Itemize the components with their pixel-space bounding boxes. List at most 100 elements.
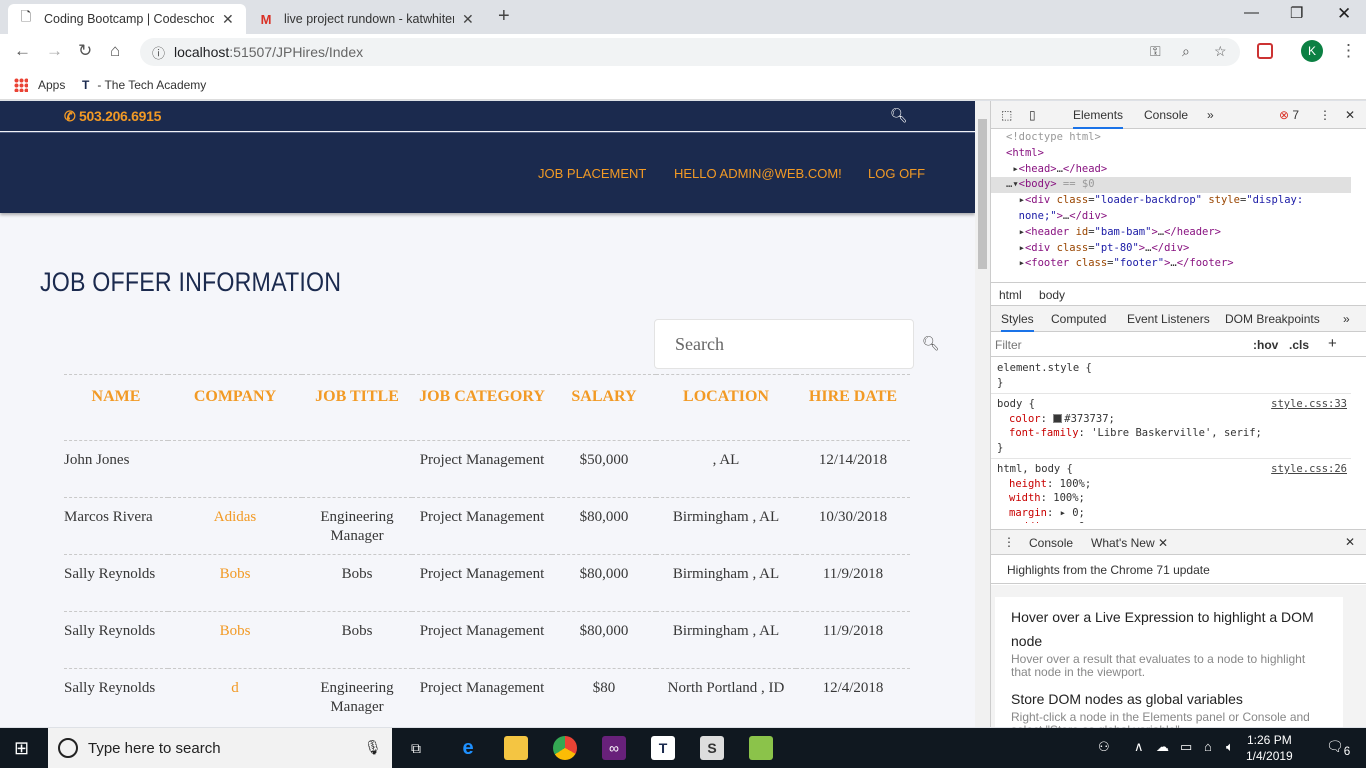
scrollbar-thumb[interactable]: [978, 119, 987, 269]
dom-line-selected[interactable]: …▾<body> == $0: [991, 177, 1351, 194]
extension-icon[interactable]: [1257, 43, 1273, 59]
address-bar[interactable]: ⓘ localhost:51507/JPHires/Index ⚿ ⌕ ☆: [140, 38, 1240, 66]
notepad-icon[interactable]: [749, 736, 773, 760]
cell-company[interactable]: Bobs: [168, 611, 302, 669]
close-devtools-icon[interactable]: ✕: [1345, 108, 1355, 122]
hov-toggle[interactable]: :hov: [1253, 338, 1278, 352]
taskbar-search[interactable]: Type here to search 🎙︎: [48, 728, 392, 768]
close-tab-icon[interactable]: ✕: [462, 11, 474, 28]
nav-log-off[interactable]: LOG OFF: [868, 166, 925, 181]
col-job-title[interactable]: JOB TITLE: [302, 374, 412, 441]
inspect-icon[interactable]: ⬚: [1001, 108, 1012, 122]
devtools-menu-icon[interactable]: ⋮: [1319, 108, 1331, 122]
rule-element-style[interactable]: element.style {}: [991, 358, 1351, 394]
task-view-icon[interactable]: ⧉: [404, 736, 428, 760]
nav-hello-admin[interactable]: HELLO ADMIN@WEB.COM!: [674, 166, 842, 181]
tab-styles[interactable]: Styles: [1001, 312, 1034, 332]
color-swatch[interactable]: [1053, 413, 1063, 423]
styles-filter-input[interactable]: [995, 336, 1241, 354]
nav-job-placement[interactable]: JOB PLACEMENT: [538, 166, 646, 181]
cell-company[interactable]: Adidas: [168, 497, 302, 555]
maximize-icon[interactable]: ❐: [1290, 4, 1303, 22]
reload-icon[interactable]: ↻: [78, 41, 92, 61]
tab-event-listeners[interactable]: Event Listeners: [1127, 312, 1210, 326]
forward-icon[interactable]: →: [46, 41, 63, 61]
dom-line[interactable]: <!doctype html>: [1006, 130, 1351, 146]
key-icon[interactable]: ⚿: [1150, 43, 1161, 60]
visual-studio-icon[interactable]: ∞: [602, 736, 626, 760]
new-tab-icon[interactable]: +: [498, 5, 510, 28]
col-location[interactable]: LOCATION: [656, 374, 796, 441]
rule-source-link[interactable]: style.css:26: [1271, 462, 1347, 477]
dom-line[interactable]: ▸<div class="pt-80">…</div>: [1006, 241, 1351, 257]
tray-chevron-icon[interactable]: ∧: [1134, 739, 1144, 755]
menu-icon[interactable]: ⋮: [1340, 41, 1357, 61]
tech-academy-taskbar-icon[interactable]: T: [651, 736, 675, 760]
rule-html-body[interactable]: style.css:26 html, body { height: 100%; …: [991, 459, 1351, 523]
battery-icon[interactable]: ▭: [1180, 739, 1192, 755]
drawer-tab-console[interactable]: Console: [1029, 536, 1073, 550]
close-window-icon[interactable]: ✕: [1337, 4, 1351, 24]
tab-computed[interactable]: Computed: [1051, 312, 1106, 326]
tab-codeschool[interactable]: 🗋 Coding Bootcamp | Codeschool | ✕: [8, 4, 246, 34]
star-icon[interactable]: ☆: [1214, 43, 1227, 60]
slack-icon[interactable]: S: [700, 736, 724, 760]
dom-line[interactable]: ▸<head>…</head>: [1006, 162, 1351, 178]
chrome-icon[interactable]: [553, 736, 577, 760]
tab-elements[interactable]: Elements: [1073, 108, 1124, 129]
search-button-icon[interactable]: 🔍︎: [922, 335, 940, 352]
taskbar-clock[interactable]: 1:26 PM 1/4/2019: [1246, 732, 1293, 764]
dom-tree[interactable]: <!doctype html> <html> ▸<head>…</head> ……: [991, 130, 1351, 280]
more-tabs-icon[interactable]: »: [1207, 108, 1214, 122]
col-salary[interactable]: SALARY: [552, 374, 656, 441]
edge-icon[interactable]: e: [456, 736, 480, 760]
close-tab-icon[interactable]: ✕: [222, 11, 234, 28]
search-icon[interactable]: 🔍︎: [890, 107, 908, 124]
more-style-tabs-icon[interactable]: »: [1343, 312, 1350, 326]
onedrive-icon[interactable]: ☁: [1156, 739, 1169, 755]
col-hire-date[interactable]: HIRE DATE: [796, 374, 910, 441]
file-explorer-icon[interactable]: [504, 736, 528, 760]
bookmark-tech-academy[interactable]: T - The Tech Academy: [82, 78, 206, 92]
network-icon[interactable]: ⌂: [1204, 739, 1212, 754]
crumb-html[interactable]: html: [999, 288, 1022, 302]
col-name[interactable]: NAME: [64, 374, 168, 441]
notifications-icon[interactable]: 🗨︎6: [1326, 738, 1350, 758]
back-icon[interactable]: ←: [14, 41, 31, 61]
cell-company[interactable]: d: [168, 668, 302, 726]
drawer-tab-whats-new[interactable]: What's New ✕: [1091, 536, 1168, 550]
device-toolbar-icon[interactable]: ▯: [1029, 108, 1036, 122]
crumb-body[interactable]: body: [1039, 288, 1065, 302]
cls-toggle[interactable]: .cls: [1289, 338, 1309, 352]
whats-new-card[interactable]: Hover over a Live Expression to highligh…: [995, 597, 1343, 737]
cell-company[interactable]: Bobs: [168, 554, 302, 612]
search-field[interactable]: [654, 319, 914, 369]
tab-console[interactable]: Console: [1144, 108, 1188, 122]
dom-line[interactable]: ▸<header id="bam-bam">…</header>: [1006, 225, 1351, 241]
drawer-menu-icon[interactable]: ⋮: [1003, 535, 1015, 549]
close-drawer-icon[interactable]: ✕: [1345, 535, 1355, 549]
home-icon[interactable]: ⌂: [110, 41, 120, 61]
microphone-icon[interactable]: 🎙︎: [364, 739, 382, 756]
tab-dom-breakpoints[interactable]: DOM Breakpoints: [1225, 312, 1320, 326]
dom-line[interactable]: <html>: [1006, 146, 1351, 162]
col-job-category[interactable]: JOB CATEGORY: [412, 374, 552, 441]
page-scrollbar[interactable]: [975, 101, 990, 727]
rule-body[interactable]: style.css:33 body { color: #373737; font…: [991, 394, 1351, 459]
info-icon[interactable]: ⓘ: [152, 43, 165, 62]
bookmark-apps[interactable]: Apps: [14, 78, 65, 92]
url-text[interactable]: localhost:51507/JPHires/Index: [174, 44, 363, 60]
people-icon[interactable]: ⚇: [1098, 739, 1110, 755]
volume-icon[interactable]: 🔈︎: [1226, 739, 1234, 755]
rule-source-link[interactable]: style.css:33: [1271, 397, 1347, 412]
card-title[interactable]: Hover over a Live Expression to highligh…: [1011, 605, 1327, 653]
new-rule-icon[interactable]: +: [1328, 335, 1337, 352]
card-title[interactable]: Store DOM nodes as global variables: [1011, 687, 1327, 711]
error-icon[interactable]: ⊗ 7: [1279, 108, 1299, 122]
cell-company[interactable]: [168, 440, 302, 498]
search-input[interactable]: [675, 334, 895, 355]
tab-gmail[interactable]: M live project rundown - katwhitem ✕: [248, 4, 486, 34]
profile-avatar[interactable]: K: [1301, 40, 1323, 62]
dom-line[interactable]: none;">…</div>: [1006, 209, 1351, 225]
dom-line[interactable]: ▸<div class="loader-backdrop" style="dis…: [1006, 193, 1351, 209]
